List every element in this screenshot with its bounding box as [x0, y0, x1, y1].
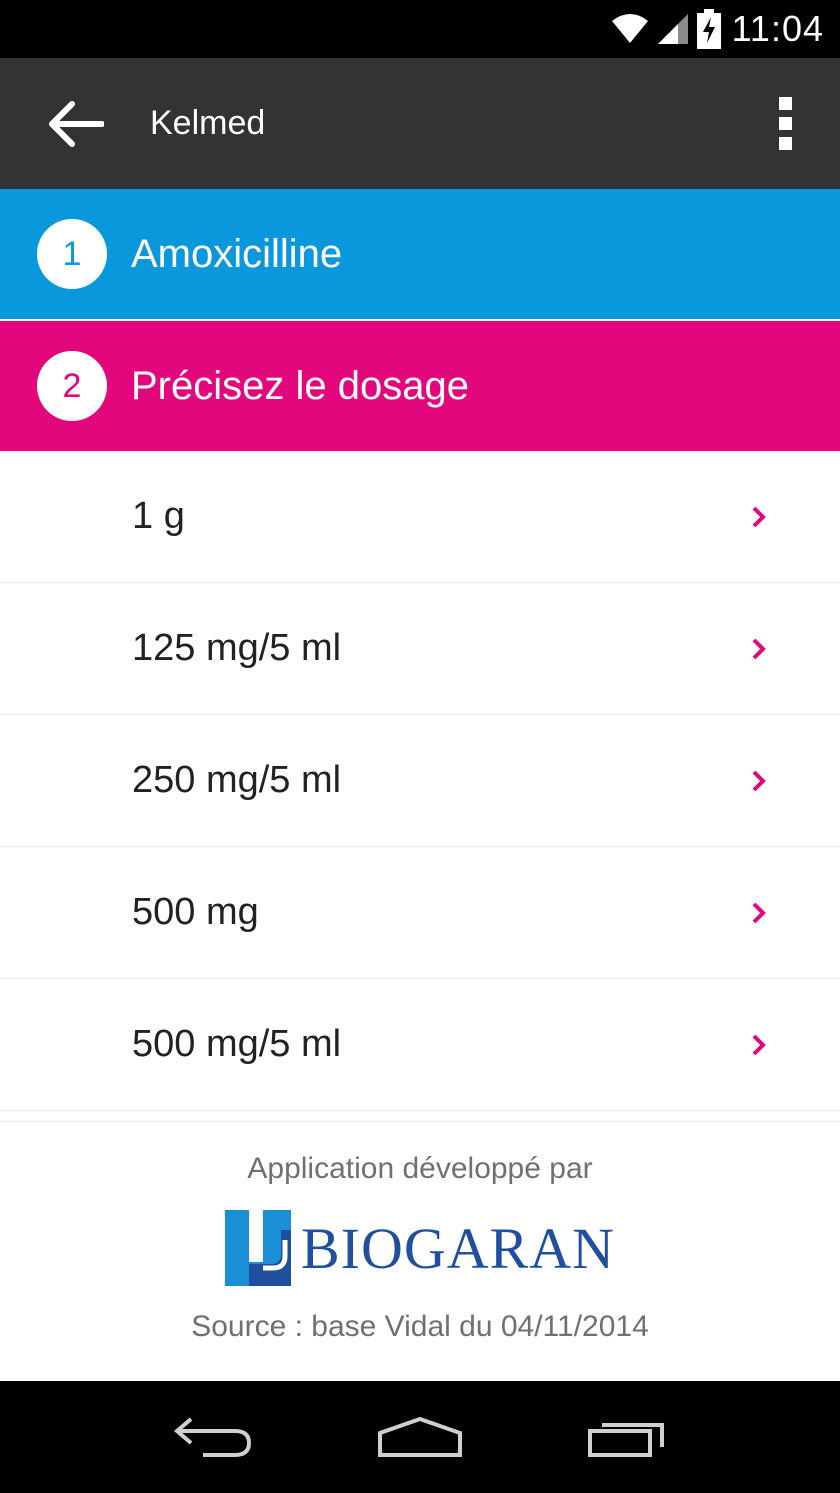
biogaran-logo: BIOGARAN: [0, 1210, 840, 1286]
footer: Application développé par BIOGARAN Sourc…: [0, 1121, 840, 1381]
list-item-dosage[interactable]: 500 mg/5 ml: [0, 979, 840, 1111]
developed-by-text: Application développé par: [247, 1152, 593, 1185]
chevron-right-icon: [752, 638, 766, 659]
overflow-menu-icon: [778, 117, 792, 130]
back-nav-icon: [174, 1417, 252, 1457]
app-title: Kelmed: [150, 104, 266, 142]
chevron-right-icon: [752, 902, 766, 923]
home-nav-icon: [377, 1416, 462, 1457]
overflow-menu-icon: [778, 137, 792, 150]
chevron-right-icon: [752, 770, 766, 791]
overflow-menu-button[interactable]: [730, 58, 840, 189]
status-bar: 11:04: [0, 0, 840, 58]
dosage-label: 1 g: [132, 495, 185, 537]
nav-back-button[interactable]: [163, 1402, 263, 1472]
signal-icon: [657, 14, 688, 44]
list-item-dosage[interactable]: 250 mg/5 ml: [0, 715, 840, 847]
recents-nav-icon: [587, 1423, 664, 1457]
battery-charging-icon: [696, 9, 721, 49]
nav-home-button[interactable]: [370, 1402, 470, 1472]
step-medication[interactable]: 1 Amoxicilline: [0, 189, 840, 319]
step-label: Amoxicilline: [131, 231, 343, 276]
source-text: Source : base Vidal du 04/11/2014: [191, 1310, 649, 1343]
nav-recents-button[interactable]: [577, 1402, 677, 1472]
navigation-bar: [0, 1381, 840, 1493]
step-number-badge: 1: [37, 219, 107, 289]
dosage-list: 1 g 125 mg/5 ml 250 mg/5 ml 500 mg 500 m…: [0, 451, 840, 1111]
list-item-dosage[interactable]: 1 g: [0, 451, 840, 583]
logo-text: BIOGARAN: [300, 1215, 616, 1281]
chevron-right-icon: [752, 506, 766, 527]
status-time: 11:04: [731, 8, 824, 49]
step-label: Précisez le dosage: [131, 363, 469, 408]
biogaran-logo-mark-icon: [224, 1210, 291, 1286]
back-button[interactable]: [0, 58, 150, 189]
chevron-right-icon: [752, 1034, 766, 1055]
wifi-icon: [611, 14, 648, 43]
arrow-back-icon: [49, 100, 104, 147]
overflow-menu-icon: [778, 97, 792, 110]
dosage-label: 125 mg/5 ml: [132, 627, 342, 669]
dosage-label: 250 mg/5 ml: [132, 759, 342, 801]
step-number-badge: 2: [37, 351, 107, 421]
step-dosage: 2 Précisez le dosage: [0, 321, 840, 451]
app-bar: Kelmed: [0, 58, 840, 189]
list-item-dosage[interactable]: 125 mg/5 ml: [0, 583, 840, 715]
status-icons: [610, 9, 722, 49]
list-item-dosage[interactable]: 500 mg: [0, 847, 840, 979]
dosage-label: 500 mg/5 ml: [132, 1023, 342, 1065]
dosage-label: 500 mg: [132, 891, 259, 933]
